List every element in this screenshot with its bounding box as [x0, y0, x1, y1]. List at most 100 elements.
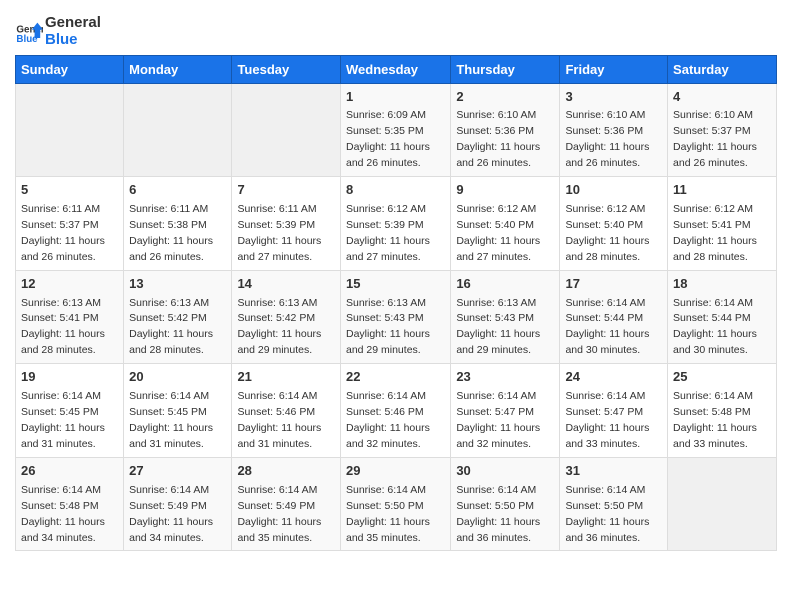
- day-number: 11: [673, 181, 771, 200]
- day-of-week-monday: Monday: [124, 55, 232, 83]
- day-number: 4: [673, 88, 771, 107]
- calendar-cell: 6 Sunrise: 6:11 AM Sunset: 5:38 PM Daylig…: [124, 177, 232, 271]
- calendar-cell: 15Sunrise: 6:13 AM Sunset: 5:43 PM Dayli…: [340, 270, 450, 364]
- calendar-cell: 24Sunrise: 6:14 AM Sunset: 5:47 PM Dayli…: [560, 364, 668, 458]
- day-number: 13: [129, 275, 226, 294]
- day-number: 18: [673, 275, 771, 294]
- day-number: 27: [129, 462, 226, 481]
- calendar-cell: 18 Sunrise: 6:14 AM Sunset: 5:44 PM Dayli…: [668, 270, 777, 364]
- day-info: Sunrise: 6:11 AM Sunset: 5:37 PM Dayligh…: [21, 203, 108, 263]
- day-number: 23: [456, 368, 554, 387]
- day-number: 5: [21, 181, 118, 200]
- calendar-week-2: 5 Sunrise: 6:11 AM Sunset: 5:37 PM Daylig…: [16, 177, 777, 271]
- calendar-cell: 20 Sunrise: 6:14 AM Sunset: 5:45 PM Dayli…: [124, 364, 232, 458]
- day-info: Sunrise: 6:09 AM Sunset: 5:35 PM Dayligh…: [346, 109, 433, 169]
- day-info: Sunrise: 6:12 AM Sunset: 5:39 PM Dayligh…: [346, 203, 433, 263]
- day-info: Sunrise: 6:14 AM Sunset: 5:48 PM Dayligh…: [673, 390, 760, 450]
- day-number: 22: [346, 368, 445, 387]
- day-number: 16: [456, 275, 554, 294]
- calendar-cell: 9 Sunrise: 6:12 AM Sunset: 5:40 PM Daylig…: [451, 177, 560, 271]
- day-number: 2: [456, 88, 554, 107]
- calendar-cell: 26 Sunrise: 6:14 AM Sunset: 5:48 PM Dayli…: [16, 457, 124, 551]
- page-header: General Blue General Blue: [15, 10, 777, 49]
- day-of-week-wednesday: Wednesday: [340, 55, 450, 83]
- day-number: 7: [237, 181, 335, 200]
- day-info: Sunrise: 6:10 AM Sunset: 5:36 PM Dayligh…: [456, 109, 543, 169]
- calendar-cell: 21Sunrise: 6:14 AM Sunset: 5:46 PM Dayli…: [232, 364, 341, 458]
- calendar-table: SundayMondayTuesdayWednesdayThursdayFrid…: [15, 55, 777, 552]
- day-info: Sunrise: 6:13 AM Sunset: 5:42 PM Dayligh…: [237, 297, 324, 357]
- logo-blue: Blue: [45, 31, 101, 48]
- day-info: Sunrise: 6:13 AM Sunset: 5:41 PM Dayligh…: [21, 297, 108, 357]
- calendar-week-4: 19Sunrise: 6:14 AM Sunset: 5:45 PM Dayli…: [16, 364, 777, 458]
- logo-icon: General Blue: [15, 17, 43, 45]
- day-info: Sunrise: 6:14 AM Sunset: 5:46 PM Dayligh…: [346, 390, 433, 450]
- day-info: Sunrise: 6:14 AM Sunset: 5:45 PM Dayligh…: [21, 390, 108, 450]
- day-number: 21: [237, 368, 335, 387]
- day-info: Sunrise: 6:10 AM Sunset: 5:36 PM Dayligh…: [565, 109, 652, 169]
- calendar-cell: [668, 457, 777, 551]
- day-number: 6: [129, 181, 226, 200]
- calendar-cell: 1 Sunrise: 6:09 AM Sunset: 5:35 PM Daylig…: [340, 83, 450, 177]
- day-number: 1: [346, 88, 445, 107]
- day-number: 14: [237, 275, 335, 294]
- day-number: 12: [21, 275, 118, 294]
- calendar-cell: [16, 83, 124, 177]
- day-info: Sunrise: 6:10 AM Sunset: 5:37 PM Dayligh…: [673, 109, 760, 169]
- day-number: 28: [237, 462, 335, 481]
- day-info: Sunrise: 6:14 AM Sunset: 5:44 PM Dayligh…: [565, 297, 652, 357]
- calendar-cell: 10 Sunrise: 6:12 AM Sunset: 5:40 PM Dayli…: [560, 177, 668, 271]
- day-number: 20: [129, 368, 226, 387]
- calendar-cell: 14 Sunrise: 6:13 AM Sunset: 5:42 PM Dayli…: [232, 270, 341, 364]
- calendar-cell: 17 Sunrise: 6:14 AM Sunset: 5:44 PM Dayli…: [560, 270, 668, 364]
- day-info: Sunrise: 6:14 AM Sunset: 5:50 PM Dayligh…: [456, 484, 543, 544]
- day-info: Sunrise: 6:14 AM Sunset: 5:47 PM Dayligh…: [565, 390, 652, 450]
- calendar-cell: 30 Sunrise: 6:14 AM Sunset: 5:50 PM Dayli…: [451, 457, 560, 551]
- day-number: 29: [346, 462, 445, 481]
- day-info: Sunrise: 6:13 AM Sunset: 5:42 PM Dayligh…: [129, 297, 216, 357]
- day-info: Sunrise: 6:11 AM Sunset: 5:38 PM Dayligh…: [129, 203, 216, 263]
- day-info: Sunrise: 6:14 AM Sunset: 5:47 PM Dayligh…: [456, 390, 543, 450]
- logo: General Blue General Blue: [15, 14, 101, 49]
- day-info: Sunrise: 6:14 AM Sunset: 5:44 PM Dayligh…: [673, 297, 760, 357]
- day-info: Sunrise: 6:14 AM Sunset: 5:45 PM Dayligh…: [129, 390, 216, 450]
- day-of-week-thursday: Thursday: [451, 55, 560, 83]
- calendar-header-row: SundayMondayTuesdayWednesdayThursdayFrid…: [16, 55, 777, 83]
- calendar-cell: 4 Sunrise: 6:10 AM Sunset: 5:37 PM Daylig…: [668, 83, 777, 177]
- day-number: 10: [565, 181, 662, 200]
- day-number: 8: [346, 181, 445, 200]
- calendar-cell: [124, 83, 232, 177]
- day-info: Sunrise: 6:11 AM Sunset: 5:39 PM Dayligh…: [237, 203, 324, 263]
- calendar-cell: 31 Sunrise: 6:14 AM Sunset: 5:50 PM Dayli…: [560, 457, 668, 551]
- calendar-cell: 13 Sunrise: 6:13 AM Sunset: 5:42 PM Dayli…: [124, 270, 232, 364]
- day-of-week-tuesday: Tuesday: [232, 55, 341, 83]
- calendar-cell: [232, 83, 341, 177]
- calendar-cell: 2 Sunrise: 6:10 AM Sunset: 5:36 PM Daylig…: [451, 83, 560, 177]
- day-number: 26: [21, 462, 118, 481]
- calendar-cell: 16 Sunrise: 6:13 AM Sunset: 5:43 PM Dayli…: [451, 270, 560, 364]
- calendar-cell: 28Sunrise: 6:14 AM Sunset: 5:49 PM Dayli…: [232, 457, 341, 551]
- calendar-week-5: 26 Sunrise: 6:14 AM Sunset: 5:48 PM Dayli…: [16, 457, 777, 551]
- logo-general: General: [45, 14, 101, 31]
- calendar-cell: 22 Sunrise: 6:14 AM Sunset: 5:46 PM Dayli…: [340, 364, 450, 458]
- calendar-cell: 19Sunrise: 6:14 AM Sunset: 5:45 PM Dayli…: [16, 364, 124, 458]
- calendar-cell: 29Sunrise: 6:14 AM Sunset: 5:50 PM Dayli…: [340, 457, 450, 551]
- day-number: 15: [346, 275, 445, 294]
- day-of-week-friday: Friday: [560, 55, 668, 83]
- calendar-week-1: 1 Sunrise: 6:09 AM Sunset: 5:35 PM Daylig…: [16, 83, 777, 177]
- day-info: Sunrise: 6:13 AM Sunset: 5:43 PM Dayligh…: [456, 297, 543, 357]
- day-info: Sunrise: 6:14 AM Sunset: 5:49 PM Dayligh…: [129, 484, 216, 544]
- day-number: 17: [565, 275, 662, 294]
- day-number: 30: [456, 462, 554, 481]
- day-info: Sunrise: 6:12 AM Sunset: 5:41 PM Dayligh…: [673, 203, 760, 263]
- day-number: 3: [565, 88, 662, 107]
- day-info: Sunrise: 6:14 AM Sunset: 5:48 PM Dayligh…: [21, 484, 108, 544]
- calendar-cell: 12 Sunrise: 6:13 AM Sunset: 5:41 PM Dayli…: [16, 270, 124, 364]
- day-number: 9: [456, 181, 554, 200]
- calendar-cell: 7 Sunrise: 6:11 AM Sunset: 5:39 PM Daylig…: [232, 177, 341, 271]
- day-of-week-saturday: Saturday: [668, 55, 777, 83]
- day-info: Sunrise: 6:12 AM Sunset: 5:40 PM Dayligh…: [456, 203, 543, 263]
- day-number: 31: [565, 462, 662, 481]
- day-info: Sunrise: 6:14 AM Sunset: 5:50 PM Dayligh…: [565, 484, 652, 544]
- day-info: Sunrise: 6:12 AM Sunset: 5:40 PM Dayligh…: [565, 203, 652, 263]
